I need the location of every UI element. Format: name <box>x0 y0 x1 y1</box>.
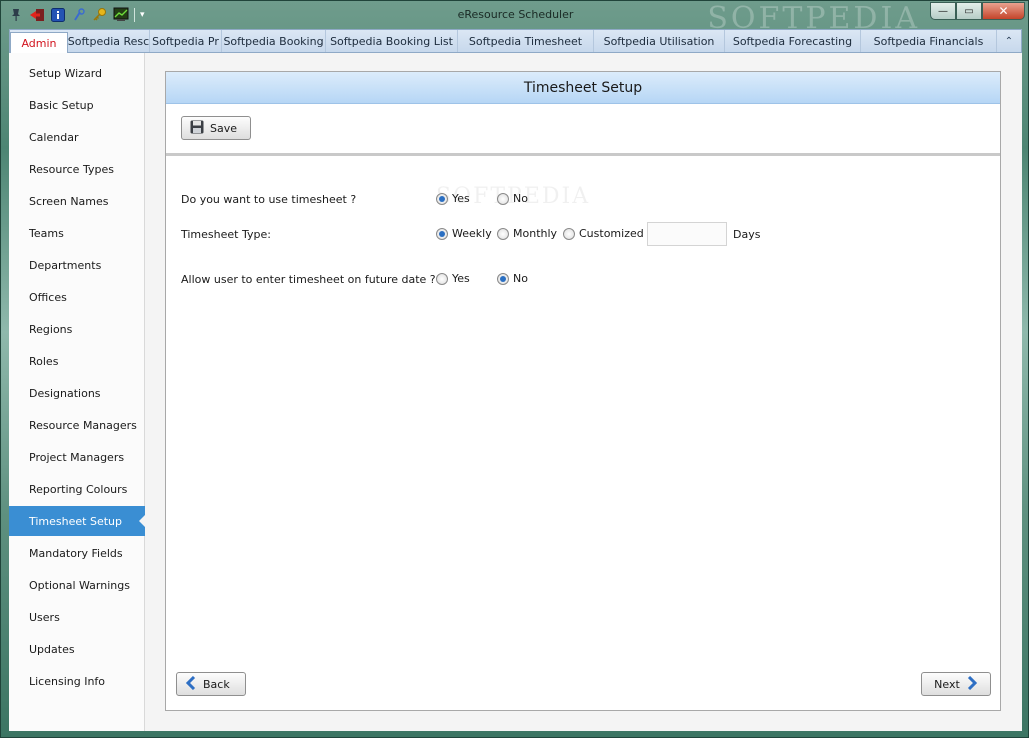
timesheet-type-weekly-option[interactable]: Weekly <box>436 227 492 240</box>
panel-toolbar: Save <box>166 104 1000 156</box>
chevron-right-icon <box>966 675 978 693</box>
radio-button[interactable] <box>436 272 448 285</box>
use-timesheet-no-label: No <box>513 192 528 205</box>
sidebar-item-offices[interactable]: Offices <box>9 282 145 312</box>
floppy-disk-icon <box>190 120 204 137</box>
timesheet-type-customized-label: Customized <box>579 227 644 240</box>
sidebar-item-designations[interactable]: Designations <box>9 378 145 408</box>
radio-button[interactable] <box>436 227 448 240</box>
collapse-ribbon-icon[interactable]: ⌃ <box>997 30 1021 52</box>
radio-button[interactable] <box>497 192 509 205</box>
sidebar-item-departments[interactable]: Departments <box>9 250 145 280</box>
tab-softpedia-forecasting[interactable]: Softpedia Forecasting <box>725 30 861 52</box>
chevron-left-icon <box>185 675 197 693</box>
radio-button[interactable] <box>497 227 509 240</box>
save-button[interactable]: Save <box>181 116 251 140</box>
maximize-button[interactable]: ▭ <box>956 2 982 20</box>
close-button[interactable]: ✕ <box>982 2 1025 20</box>
radio-button[interactable] <box>563 227 575 240</box>
admin-sidebar: Setup Wizard Basic Setup Calendar Resour… <box>9 53 146 731</box>
timesheet-type-weekly-label: Weekly <box>452 227 492 240</box>
sidebar-item-teams[interactable]: Teams <box>9 218 145 248</box>
future-date-no-label: No <box>513 272 528 285</box>
sidebar-item-calendar[interactable]: Calendar <box>9 122 145 152</box>
use-timesheet-label: Do you want to use timesheet ? <box>181 193 357 206</box>
tab-admin[interactable]: Admin <box>10 32 68 54</box>
timesheet-type-label: Timesheet Type: <box>181 228 271 241</box>
sidebar-item-mandatory-fields[interactable]: Mandatory Fields <box>9 538 145 568</box>
save-button-label: Save <box>210 121 238 135</box>
panel-title: Timesheet Setup <box>166 72 1000 104</box>
sidebar-item-basic-setup[interactable]: Basic Setup <box>9 90 145 120</box>
sidebar-item-roles[interactable]: Roles <box>9 346 145 376</box>
tab-strip: Admin Softpedia Resc Softpedia Pr Softpe… <box>9 29 1022 54</box>
tab-softpedia-utilisation[interactable]: Softpedia Utilisation <box>594 30 725 52</box>
future-date-label: Allow user to enter timesheet on future … <box>181 273 436 286</box>
next-button-label: Next <box>934 677 960 691</box>
sidebar-item-reporting-colours[interactable]: Reporting Colours <box>9 474 145 504</box>
sidebar-item-updates[interactable]: Updates <box>9 634 145 664</box>
tab-softpedia-resources[interactable]: Softpedia Resc <box>68 30 150 52</box>
title-bar: ▾ eResource Scheduler SOFTPEDIA — ▭ ✕ <box>1 1 1029 36</box>
future-date-yes-option[interactable]: Yes <box>436 272 470 285</box>
back-button-label: Back <box>203 677 230 691</box>
tab-softpedia-booking[interactable]: Softpedia Booking <box>222 30 326 52</box>
radio-button[interactable] <box>497 272 509 285</box>
next-button[interactable]: Next <box>921 672 991 696</box>
use-timesheet-yes-option[interactable]: Yes <box>436 192 470 205</box>
use-timesheet-no-option[interactable]: No <box>497 192 528 205</box>
customized-days-input[interactable] <box>647 222 727 246</box>
back-button[interactable]: Back <box>176 672 246 696</box>
window-controls: — ▭ ✕ <box>930 2 1025 20</box>
tab-softpedia-booking-list[interactable]: Softpedia Booking List <box>326 30 458 52</box>
radio-button[interactable] <box>436 192 448 205</box>
sidebar-item-users[interactable]: Users <box>9 602 145 632</box>
tab-softpedia-financials[interactable]: Softpedia Financials <box>861 30 997 52</box>
sidebar-item-screen-names[interactable]: Screen Names <box>9 186 145 216</box>
future-date-no-option[interactable]: No <box>497 272 528 285</box>
tab-softpedia-timesheet[interactable]: Softpedia Timesheet <box>458 30 594 52</box>
sidebar-item-setup-wizard[interactable]: Setup Wizard <box>9 58 145 88</box>
days-label: Days <box>733 228 761 241</box>
minimize-button[interactable]: — <box>930 2 956 20</box>
app-window: ▾ eResource Scheduler SOFTPEDIA — ▭ ✕ Ad… <box>0 0 1029 738</box>
timesheet-setup-panel: Timesheet Setup Save SOFTPEDIA Do you wa… <box>165 71 1001 711</box>
tab-softpedia-projects[interactable]: Softpedia Pr <box>150 30 222 52</box>
app-body: Setup Wizard Basic Setup Calendar Resour… <box>9 53 1022 731</box>
sidebar-item-licensing-info[interactable]: Licensing Info <box>9 666 145 696</box>
timesheet-type-customized-option[interactable]: Customized <box>563 227 644 240</box>
future-date-yes-label: Yes <box>452 272 470 285</box>
sidebar-item-resource-managers[interactable]: Resource Managers <box>9 410 145 440</box>
sidebar-item-optional-warnings[interactable]: Optional Warnings <box>9 570 145 600</box>
use-timesheet-yes-label: Yes <box>452 192 470 205</box>
sidebar-item-timesheet-setup[interactable]: Timesheet Setup <box>9 506 146 536</box>
sidebar-item-resource-types[interactable]: Resource Types <box>9 154 145 184</box>
sidebar-item-project-managers[interactable]: Project Managers <box>9 442 145 472</box>
sidebar-item-regions[interactable]: Regions <box>9 314 145 344</box>
timesheet-type-monthly-option[interactable]: Monthly <box>497 227 557 240</box>
timesheet-type-monthly-label: Monthly <box>513 227 558 240</box>
